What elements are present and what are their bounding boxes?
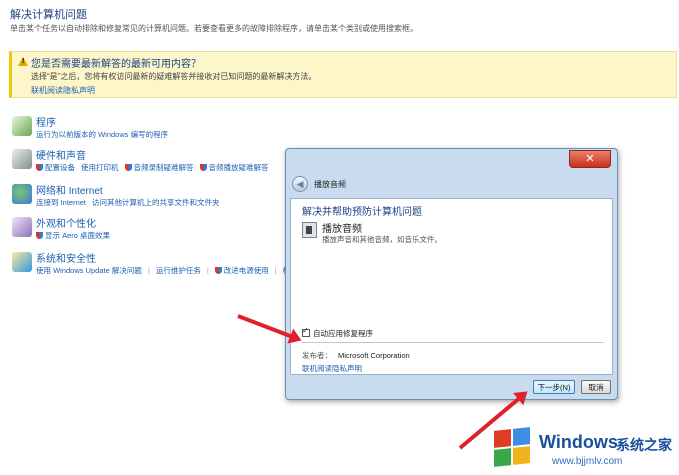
sub-link-aero-effects[interactable]: 显示 Aero 桌面效果 bbox=[45, 231, 110, 240]
dialog-nav-title: 播放音频 bbox=[314, 180, 346, 189]
dialog-nav-bar: ◀ 播放音频 bbox=[290, 175, 613, 197]
sub-link-run-old-programs[interactable]: 运行为以前版本的 Windows 编写的程序 bbox=[36, 130, 168, 139]
troubleshooter-item-desc: 播放声音和其他音频，如音乐文件。 bbox=[322, 235, 442, 244]
close-button[interactable]: ✕ bbox=[569, 150, 611, 168]
back-arrow-icon[interactable]: ◀ bbox=[292, 176, 308, 192]
shield-icon bbox=[199, 164, 207, 171]
troubleshooter-dialog: ✕ ◀ 播放音频 解决并帮助预防计算机问题 播放音频 播放声音和其他音频，如音乐… bbox=[285, 148, 618, 400]
shield-icon bbox=[214, 267, 222, 274]
auto-repair-row[interactable]: 自动应用修复程序 bbox=[302, 326, 373, 339]
watermark-brand: Windows bbox=[539, 432, 618, 452]
publisher-value: Microsoft Corporation bbox=[338, 351, 410, 360]
category-appearance-subs: 显示 Aero 桌面效果 bbox=[36, 230, 116, 241]
dialog-heading: 解决并帮助预防计算机问题 bbox=[302, 207, 422, 218]
sub-link-audio-recording[interactable]: 音频录制疑难解答 bbox=[134, 163, 194, 172]
page-title: 解决计算机问题 bbox=[10, 9, 87, 21]
sub-link-windows-update[interactable]: 使用 Windows Update 解决问题 bbox=[36, 266, 142, 275]
dialog-body: 解决并帮助预防计算机问题 播放音频 播放声音和其他音频，如音乐文件。 自动应用修… bbox=[290, 198, 613, 375]
category-programs-link[interactable]: 程序 bbox=[36, 114, 56, 129]
troubleshooter-item-title: 播放音频 bbox=[322, 224, 362, 235]
dialog-privacy-link[interactable]: 联机阅读隐私声明 bbox=[302, 363, 362, 374]
programs-icon bbox=[12, 116, 32, 136]
sub-link-connect-internet[interactable]: 连接到 Internet bbox=[36, 198, 86, 207]
sub-link-audio-playback[interactable]: 音频播放疑难解答 bbox=[209, 163, 269, 172]
shield-icon bbox=[36, 164, 43, 171]
speaker-icon bbox=[302, 222, 317, 238]
category-system-security-link[interactable]: 系统和安全性 bbox=[36, 250, 96, 265]
next-button[interactable]: 下一步(N) bbox=[533, 380, 575, 394]
category-system-security-subs: 使用 Windows Update 解决问题|运行维护任务|改进电源使用|检查 bbox=[36, 265, 304, 276]
watermark-site-name: 系统之家 bbox=[616, 437, 672, 453]
notice-text: 选择“是”之后，您将有权访问最新的疑难解答并接收对已知问题的最新解决方法。 bbox=[31, 72, 317, 81]
hardware-sound-icon bbox=[12, 149, 32, 169]
globe-icon bbox=[12, 184, 32, 204]
update-notice-bar: ! 您是否需要最新解答的最新可用内容？ 选择“是”之后，您将有权访问最新的疑难解… bbox=[9, 51, 677, 98]
cancel-button[interactable]: 取消 bbox=[581, 380, 611, 394]
publisher-row: 发布者： Microsoft Corporation bbox=[302, 350, 410, 361]
category-programs-subs: 运行为以前版本的 Windows 编写的程序 bbox=[36, 129, 174, 140]
warning-icon: ! bbox=[18, 57, 28, 66]
system-security-icon bbox=[12, 252, 32, 272]
category-hardware-sound-link[interactable]: 硬件和声音 bbox=[36, 147, 86, 162]
sub-link-power-usage[interactable]: 改进电源使用 bbox=[224, 266, 269, 275]
auto-repair-label[interactable]: 自动应用修复程序 bbox=[313, 329, 373, 338]
watermark: Windows 系统之家 www.bjjmlv.com bbox=[492, 423, 679, 475]
publisher-label: 发布者： bbox=[302, 351, 332, 360]
windows-logo-icon bbox=[492, 427, 532, 467]
sub-link-maintenance[interactable]: 运行维护任务 bbox=[156, 266, 201, 275]
category-network-subs: 连接到 Internet 访问其他计算机上的共享文件和文件夹 bbox=[36, 197, 226, 208]
appearance-icon bbox=[12, 217, 32, 237]
category-network-link[interactable]: 网络和 Internet bbox=[36, 182, 103, 197]
category-appearance-link[interactable]: 外观和个性化 bbox=[36, 215, 96, 230]
notice-title[interactable]: 您是否需要最新解答的最新可用内容？ bbox=[31, 55, 201, 70]
notice-privacy-link[interactable]: 联机阅读隐私声明 bbox=[31, 85, 95, 96]
sub-link-use-printer[interactable]: 使用打印机 bbox=[81, 163, 119, 172]
watermark-url: www.bjjmlv.com bbox=[552, 456, 623, 467]
divider bbox=[302, 342, 604, 343]
shield-icon bbox=[36, 232, 43, 239]
sub-link-configure-device[interactable]: 配置设备 bbox=[45, 163, 75, 172]
shield-icon bbox=[124, 164, 132, 171]
sub-link-shared-files[interactable]: 访问其他计算机上的共享文件和文件夹 bbox=[92, 198, 220, 207]
page-description: 单击某个任务以自动排除和修复常见的计算机问题。若要查看更多的故障排除程序，请单击… bbox=[10, 24, 418, 33]
category-hardware-sound-subs: 配置设备 使用打印机 音频录制疑难解答 音频播放疑难解答 bbox=[36, 162, 275, 173]
